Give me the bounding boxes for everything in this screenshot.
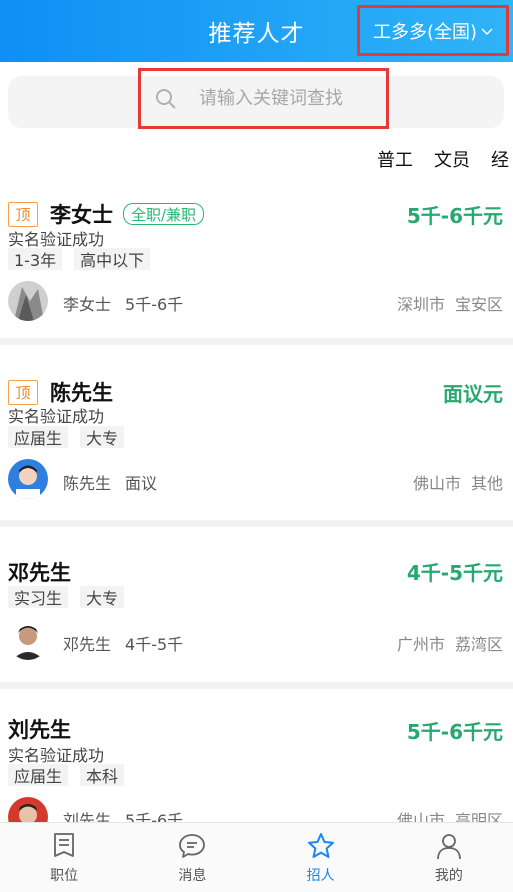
card-divider: [0, 338, 513, 345]
card-name-row: 顶 李女士 全职/兼职: [8, 199, 205, 229]
tag: 大专: [80, 426, 125, 448]
candidate-card[interactable]: 顶 陈先生 面议元 实名验证成功 应届生 大专 陈先生 面议 佛山市 其他: [0, 345, 513, 520]
location-selector-button[interactable]: 工多多(全国): [357, 5, 509, 56]
tag-list: 应届生 本科: [8, 764, 136, 786]
location-info: 深圳市 宝安区: [397, 291, 503, 315]
nav-label: 招人: [306, 867, 335, 884]
tag: 1-3年: [8, 248, 63, 270]
mini-salary: 4千-5千: [125, 635, 184, 654]
salary-label: 4千-5千元: [406, 561, 503, 585]
verified-label: 实名验证成功: [8, 407, 105, 426]
salary-label: 5千-6千元: [406, 720, 503, 744]
tag: 高中以下: [74, 248, 151, 270]
chevron-down-icon: [481, 27, 493, 35]
candidate-name: 邓先生: [8, 561, 71, 585]
nav-label: 消息: [178, 867, 207, 884]
nav-item-jobs[interactable]: 职位: [0, 823, 128, 892]
tag-list: 实习生 大专: [8, 586, 136, 608]
screen: 推荐人才 工多多(全国) 普工 文员 经 顶 李女士 全职/兼职 5千-6千元 …: [0, 0, 513, 892]
mini-name: 李女士: [63, 295, 112, 314]
avatar: [8, 281, 48, 321]
tab-more[interactable]: 经: [491, 146, 509, 172]
mini-salary: 5千-6千: [125, 295, 184, 314]
tag: 大专: [80, 586, 125, 608]
city: 佛山市: [412, 474, 461, 493]
avatar: [8, 620, 48, 660]
location-info: 佛山市 其他: [413, 470, 503, 494]
nav-label: 我的: [434, 867, 463, 884]
search-bar[interactable]: [138, 68, 389, 129]
chat-bubble-icon: [179, 833, 206, 858]
mini-info: 李女士 5千-6千: [63, 291, 183, 315]
nav-label: 职位: [50, 867, 79, 884]
candidate-name: 李女士: [50, 203, 113, 227]
card-divider: [0, 682, 513, 689]
tag: 应届生: [8, 426, 69, 448]
search-icon: [156, 88, 176, 109]
city: 深圳市: [396, 295, 445, 314]
top-header: 推荐人才 工多多(全国): [0, 0, 513, 62]
district: 荔湾区: [454, 635, 503, 654]
nav-item-messages[interactable]: 消息: [128, 823, 256, 892]
tag: 实习生: [8, 586, 69, 608]
mini-info: 陈先生 面议: [63, 470, 157, 494]
tag: 应届生: [8, 764, 69, 786]
salary-label: 5千-6千元: [406, 204, 503, 228]
mini-name: 邓先生: [63, 635, 112, 654]
mini-salary: 面议: [125, 474, 158, 493]
nav-item-profile[interactable]: 我的: [385, 823, 513, 892]
district: 其他: [470, 474, 503, 493]
tag-list: 1-3年 高中以下: [8, 248, 162, 270]
tag-list: 应届生 大专: [8, 426, 136, 448]
avatar: [8, 459, 48, 499]
tag: 本科: [80, 764, 125, 786]
city: 广州市: [396, 635, 445, 654]
job-type-badge: 全职/兼职: [123, 203, 205, 225]
nav-item-recruit[interactable]: 招人: [257, 823, 385, 892]
person-icon: [436, 833, 461, 859]
candidate-card[interactable]: 顶 李女士 全职/兼职 5千-6千元 实名验证成功 1-3年 高中以下 李女士 …: [0, 172, 513, 332]
card-divider: [0, 520, 513, 527]
tab-clerk[interactable]: 文员: [434, 146, 470, 172]
candidate-card[interactable]: 刘先生 5千-6千元 实名验证成功 应届生 本科 刘先生 5千-6千 佛山市 高…: [0, 689, 513, 837]
search-input[interactable]: [199, 88, 379, 109]
mini-name: 陈先生: [63, 474, 112, 493]
card-name-row: 刘先生: [8, 714, 71, 744]
top-badge: 顶: [8, 379, 38, 405]
category-tabs: 普工 文员 经: [377, 146, 513, 172]
top-badge: 顶: [8, 201, 38, 227]
district: 宝安区: [454, 295, 503, 314]
candidate-card[interactable]: 邓先生 4千-5千元 实习生 大专 邓先生 4千-5千 广州市 荔湾区: [0, 527, 513, 682]
location-info: 广州市 荔湾区: [397, 631, 503, 655]
card-name-row: 邓先生: [8, 557, 71, 587]
document-icon: [54, 832, 75, 857]
tab-general-worker[interactable]: 普工: [377, 146, 413, 172]
bottom-nav: 职位 消息 招人 我的: [0, 822, 513, 892]
salary-label: 面议元: [443, 382, 503, 406]
location-label: 工多多(全国): [372, 21, 478, 43]
mini-info: 邓先生 4千-5千: [63, 631, 183, 655]
candidate-name: 刘先生: [8, 718, 71, 742]
star-icon: [307, 832, 334, 858]
